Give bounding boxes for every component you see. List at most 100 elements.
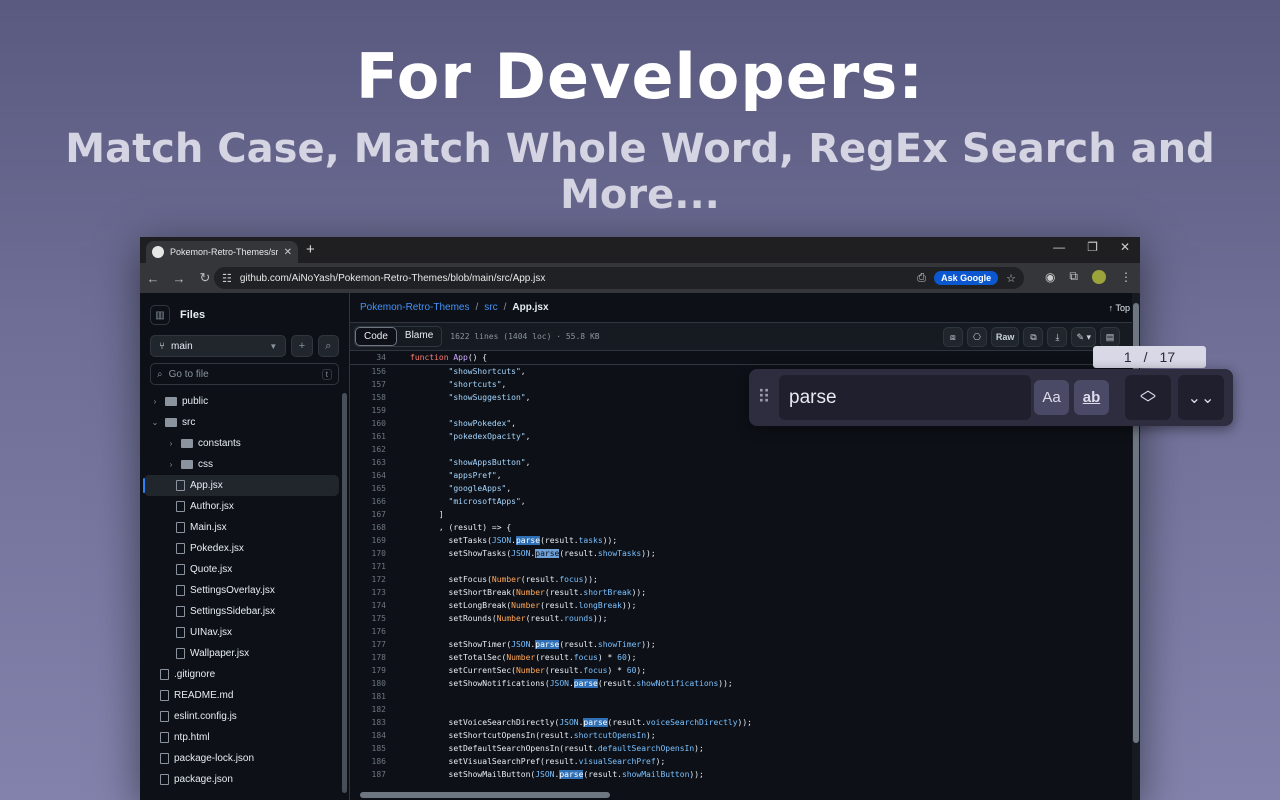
tree-item[interactable]: eslint.config.js: [144, 706, 339, 727]
code-text: setRounds(Number(result.rounds));: [410, 614, 608, 623]
close-tab-icon[interactable]: ✕: [284, 247, 292, 258]
code-text: setShortcutOpensIn(result.shortcutOpensI…: [410, 731, 656, 740]
tree-item-label: ntp.html: [174, 732, 210, 743]
code-text: "appsPref",: [448, 471, 502, 480]
match-whole-word-button[interactable]: ab: [1074, 380, 1109, 415]
breadcrumb-folder[interactable]: src: [484, 302, 497, 313]
banner-title: For Developers:: [355, 40, 925, 113]
tree-item-label: eslint.config.js: [174, 711, 237, 722]
tree-item[interactable]: › css: [144, 454, 339, 475]
code-text: setCurrentSec(Number(result.focus) * 60)…: [410, 666, 647, 675]
line-number: 179: [371, 666, 386, 675]
install-icon[interactable]: ⎙: [917, 272, 926, 285]
code-text: setFocus(Number(result.focus));: [410, 575, 598, 584]
symbols-panel-icon[interactable]: ▤: [1100, 327, 1120, 347]
tab-blame[interactable]: Blame: [397, 327, 441, 346]
go-to-file-input[interactable]: ⌕ Go to file t: [150, 363, 339, 385]
tree-item[interactable]: › constants: [144, 433, 339, 454]
new-tab-icon[interactable]: +: [306, 241, 315, 258]
tree-item[interactable]: ⌄ src: [144, 412, 339, 433]
chevron-down-icon[interactable]: ﹀: [1140, 396, 1156, 412]
tree-item[interactable]: .gitignore: [144, 664, 339, 685]
horizontal-scrollbar[interactable]: [360, 792, 610, 798]
tree-item-label: UINav.jsx: [190, 627, 233, 638]
edit-icon[interactable]: ✎ ▾: [1071, 327, 1096, 347]
copilot-icon[interactable]: ⧈: [942, 327, 963, 347]
tree-item[interactable]: README.md: [144, 685, 339, 706]
file-tree: › public ⌄ src › constants › css App.jsx Author.j…: [140, 391, 349, 790]
chevron-right-icon[interactable]: ›: [166, 439, 176, 448]
top-button[interactable]: ↑ Top: [1109, 303, 1130, 313]
tab-code[interactable]: Code: [355, 327, 397, 346]
tree-item[interactable]: package-lock.json: [144, 748, 339, 769]
ask-google-button[interactable]: Ask Google: [934, 271, 999, 285]
tree-item[interactable]: Wallpaper.jsx: [144, 643, 339, 664]
browser-window: Pokemon-Retro-Themes/src/Ap ✕ + — ❐ ✕ ← …: [140, 237, 1140, 800]
find-input[interactable]: parse: [779, 375, 1031, 420]
tree-item[interactable]: Pokedex.jsx: [144, 538, 339, 559]
tree-item[interactable]: › public: [144, 391, 339, 412]
profile-avatar[interactable]: [1092, 269, 1106, 284]
extension-pokeball-icon[interactable]: ◉: [1045, 270, 1055, 284]
restore-icon[interactable]: ❐: [1087, 240, 1098, 254]
code-text: setVisualSearchPref(result.visualSearchP…: [410, 757, 666, 766]
chevron-down-icon[interactable]: ⌄: [150, 418, 160, 427]
line-number: 161: [371, 432, 386, 441]
line-number: 166: [371, 497, 386, 506]
code-line: 165 "googleApps",: [350, 482, 1132, 495]
chevron-right-icon[interactable]: ›: [166, 460, 176, 469]
minimize-icon[interactable]: —: [1053, 240, 1065, 254]
tree-item-label: Pokedex.jsx: [190, 543, 244, 554]
tree-item[interactable]: App.jsx: [143, 475, 339, 496]
code-line: 177 setShowTimer(JSON.parse(result.showT…: [350, 638, 1132, 651]
breadcrumb: Pokemon-Retro-Themes / src / App.jsx ↑ T…: [350, 293, 1140, 323]
line-number: 157: [371, 380, 386, 389]
sidebar-scrollbar[interactable]: [342, 393, 347, 793]
file-toolbar: Code Blame 1622 lines (1404 loc) · 55.8 …: [350, 323, 1140, 351]
collapse-sidebar-icon[interactable]: ▥: [150, 305, 170, 325]
branch-selector[interactable]: ⑂ main ▼: [150, 335, 287, 357]
code-text: "googleApps",: [448, 484, 512, 493]
line-number: 163: [371, 458, 386, 467]
omnibox[interactable]: ☷ github.com/AiNoYash/Pokemon-Retro-Them…: [214, 267, 1024, 289]
tree-item-label: Main.jsx: [190, 522, 227, 533]
site-info-icon[interactable]: ☷: [222, 272, 232, 285]
close-window-icon[interactable]: ✕: [1120, 240, 1130, 254]
line-number: 170: [371, 549, 386, 558]
tree-item-label: src: [182, 417, 196, 428]
code-line: 174 setLongBreak(Number(result.longBreak…: [350, 599, 1132, 612]
bookmark-star-icon[interactable]: ☆: [1006, 272, 1016, 285]
reload-icon[interactable]: ↻: [198, 270, 212, 286]
forward-icon[interactable]: →: [172, 271, 186, 286]
tree-item-label: SettingsSidebar.jsx: [190, 606, 276, 617]
tree-item[interactable]: SettingsOverlay.jsx: [144, 580, 339, 601]
match-case-button[interactable]: Aa: [1034, 380, 1069, 415]
chevron-right-icon[interactable]: ›: [150, 397, 160, 406]
drag-handle-icon[interactable]: ⠿: [749, 369, 779, 426]
branch-icon: ⑂: [159, 340, 165, 352]
tree-item[interactable]: Main.jsx: [144, 517, 339, 538]
code-line: 169 setTasks(JSON.parse(result.tasks));: [350, 534, 1132, 547]
browser-tab[interactable]: Pokemon-Retro-Themes/src/Ap ✕: [146, 241, 298, 263]
codespaces-icon[interactable]: ⎔: [966, 327, 987, 347]
extensions-puzzle-icon[interactable]: ⧉: [1069, 269, 1078, 284]
url-text[interactable]: github.com/AiNoYash/Pokemon-Retro-Themes…: [240, 273, 909, 284]
tree-item[interactable]: ntp.html: [144, 727, 339, 748]
add-file-button[interactable]: +: [291, 335, 313, 357]
search-button[interactable]: ⌕: [317, 335, 339, 357]
file-icon: [176, 480, 185, 491]
copy-icon[interactable]: ⧉: [1023, 327, 1044, 347]
download-icon[interactable]: ⤓: [1047, 327, 1068, 347]
expand-options-button[interactable]: ⌄⌄: [1178, 375, 1224, 420]
menu-kebab-icon[interactable]: ⋮: [1120, 270, 1132, 284]
back-icon[interactable]: ←: [146, 271, 160, 286]
tree-item[interactable]: package.json: [144, 769, 339, 790]
breadcrumb-repo[interactable]: Pokemon-Retro-Themes: [360, 302, 469, 313]
raw-button[interactable]: Raw: [990, 327, 1020, 347]
tree-item[interactable]: Quote.jsx: [144, 559, 339, 580]
tree-item[interactable]: Author.jsx: [144, 496, 339, 517]
banner-subtitle: Match Case, Match Whole Word, RegEx Sear…: [65, 126, 1215, 218]
tree-item[interactable]: UINav.jsx: [144, 622, 339, 643]
tree-item[interactable]: SettingsSidebar.jsx: [144, 601, 339, 622]
prev-next-match-button[interactable]: ︿ ﹀: [1125, 375, 1171, 420]
